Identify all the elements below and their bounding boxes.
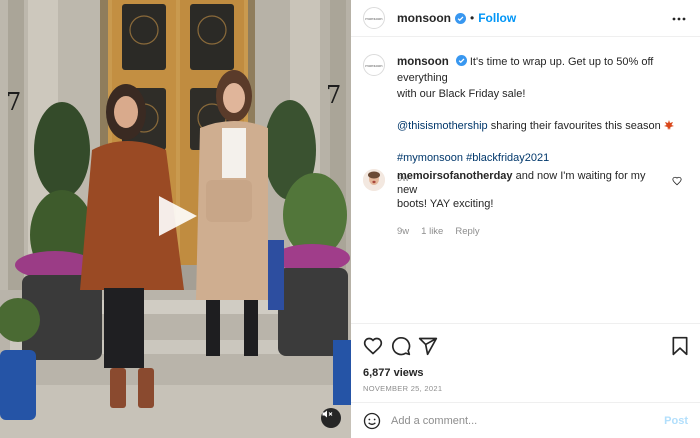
comment-icon[interactable]	[391, 336, 411, 356]
maple-leaf-icon	[663, 120, 674, 130]
caption-mention[interactable]: @thisismothership	[397, 120, 488, 132]
caption-hashtags[interactable]: #mymonsoon #blackfriday2021	[397, 150, 688, 166]
avatar-text: monsoon	[365, 62, 383, 68]
separator-dot: •	[470, 11, 475, 25]
post-sidebar: monsoon monsoon • Follow monsoon monsoon…	[351, 0, 700, 438]
post-media-video[interactable]: 7 7	[0, 0, 351, 438]
comment-username[interactable]: memoirsofanotherday	[397, 170, 513, 182]
comment-avatar[interactable]	[363, 169, 385, 191]
bookmark-icon[interactable]	[670, 336, 690, 356]
verified-icon	[455, 55, 467, 66]
post-date: NOVEMBER 25, 2021	[363, 384, 443, 393]
mute-icon	[322, 410, 333, 418]
share-icon[interactable]	[418, 336, 438, 356]
verified-icon	[455, 12, 466, 24]
door-number-left: 7	[6, 88, 21, 116]
caption-mention-text: sharing their favourites this season	[490, 120, 661, 132]
door-number-right: 7	[326, 81, 341, 109]
avatar[interactable]: monsoon	[363, 7, 385, 29]
comment-text-line2: boots! YAY exciting!	[397, 198, 494, 210]
play-button[interactable]	[153, 192, 201, 240]
action-bar	[363, 336, 688, 358]
caption-text-line2: with our Black Friday sale!	[397, 88, 526, 100]
header-username[interactable]: monsoon	[397, 11, 451, 25]
view-count[interactable]: 6,877 views	[363, 367, 424, 379]
post-caption: monsoon monsoon It's time to wrap up. Ge…	[363, 54, 688, 187]
caption-username[interactable]: monsoon	[397, 56, 449, 68]
commenter-avatar-image	[363, 169, 385, 191]
comment-time: 9w	[397, 226, 410, 237]
add-comment-bar: Post	[351, 402, 700, 438]
comment-input[interactable]	[391, 414, 661, 427]
post-header: monsoon monsoon • Follow	[351, 0, 700, 37]
more-icon[interactable]	[672, 12, 686, 26]
avatar-text: monsoon	[365, 15, 383, 21]
emoji-icon[interactable]	[363, 412, 381, 430]
comment-likes[interactable]: 1 like	[421, 225, 443, 239]
comment-like-heart-icon[interactable]	[672, 176, 682, 186]
post-actions-section: 6,877 views NOVEMBER 25, 2021	[351, 323, 700, 393]
heart-icon[interactable]	[363, 336, 383, 356]
comment-reply-button[interactable]: Reply	[455, 225, 479, 239]
post-comment-button[interactable]: Post	[664, 415, 688, 427]
play-icon	[159, 196, 197, 236]
mute-button[interactable]	[321, 408, 341, 428]
comment-item: memoirsofanotherday and now I'm waiting …	[363, 169, 688, 239]
caption-avatar[interactable]: monsoon	[363, 54, 385, 76]
follow-button[interactable]: Follow	[478, 11, 516, 25]
